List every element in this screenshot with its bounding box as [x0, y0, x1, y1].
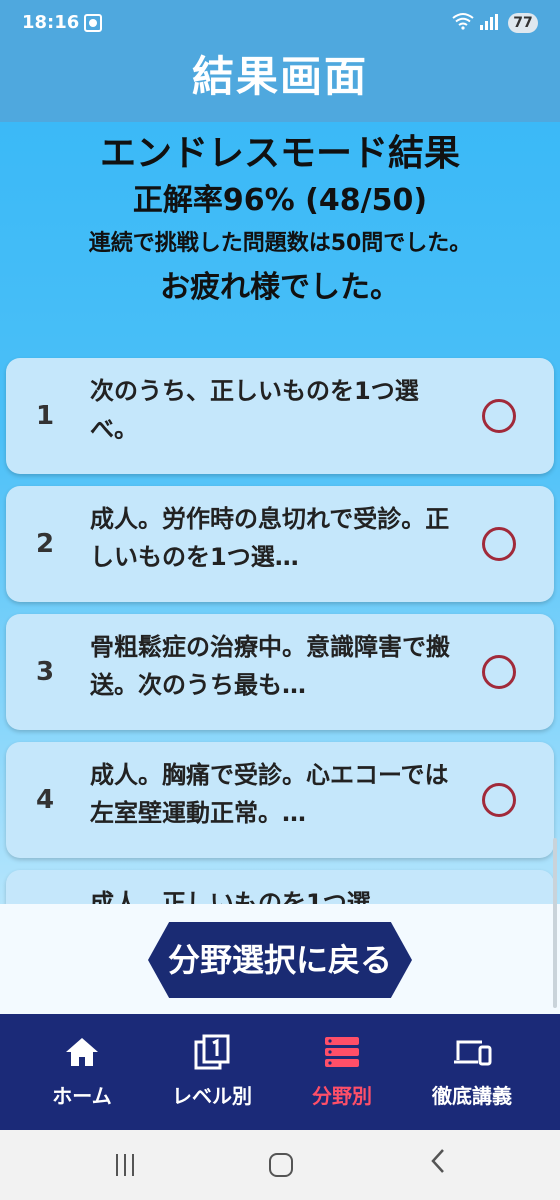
- home-icon: [62, 1034, 102, 1070]
- tab-label: レベル別: [172, 1084, 252, 1108]
- sim-icon: [84, 14, 102, 32]
- system-nav-bar: [0, 1130, 560, 1200]
- nav-back-icon[interactable]: [430, 1147, 446, 1182]
- level-icon: [192, 1034, 232, 1070]
- tab-label: ホーム: [52, 1084, 112, 1108]
- result-question-text: 次のうち、正しいものを1つ選べ。: [90, 377, 419, 443]
- result-number: 3: [36, 657, 55, 687]
- status-bar: 18:16 77: [0, 0, 560, 44]
- tab-home[interactable]: ホーム: [12, 1014, 152, 1130]
- app-bar: 結果画面: [0, 44, 560, 122]
- correct-circle-icon: [482, 527, 516, 561]
- tab-label: 分野別: [312, 1084, 372, 1108]
- result-question-text: 成人。正しいものを1つ選: [90, 889, 371, 904]
- tab-label: 徹底講義: [432, 1084, 512, 1108]
- nav-home-icon[interactable]: [269, 1153, 293, 1177]
- wifi-icon: [452, 12, 474, 34]
- signal-icon: [480, 14, 498, 30]
- question-count-text: 連続で挑戦した問題数は50問でした。: [88, 231, 472, 256]
- result-item-5[interactable]: 成人。正しいものを1つ選: [6, 870, 554, 904]
- devices-icon: [452, 1034, 492, 1070]
- result-item-2[interactable]: 2 成人。労作時の息切れで受診。正しいものを1つ選…: [6, 486, 554, 602]
- result-number: 1: [36, 401, 55, 431]
- tab-lecture[interactable]: 徹底講義: [402, 1014, 542, 1130]
- battery-indicator: 77: [508, 13, 538, 33]
- back-to-category-button[interactable]: 分野選択に戻る: [148, 922, 412, 998]
- accuracy-text: 正解率96% (48/50): [132, 183, 428, 218]
- category-icon: [322, 1034, 362, 1070]
- result-number: 2: [36, 529, 55, 559]
- tab-level[interactable]: レベル別: [142, 1014, 282, 1130]
- scrollbar[interactable]: [553, 838, 557, 1008]
- result-content[interactable]: エンドレスモード結果 正解率96% (48/50) 連続で挑戦した問題数は50問…: [0, 122, 560, 904]
- result-item-4[interactable]: 4 成人。胸痛で受診。心エコーでは左室壁運動正常。…: [6, 742, 554, 858]
- bottom-tab-bar: ホーム レベル別 分野別 徹底講義: [0, 1014, 560, 1130]
- tab-category[interactable]: 分野別: [272, 1014, 412, 1130]
- result-question-text: 骨粗鬆症の治療中。意識障害で搬送。次のうち最も…: [90, 633, 450, 699]
- result-question-text: 成人。労作時の息切れで受診。正しいものを1つ選…: [90, 505, 450, 571]
- thanks-message: お疲れ様でした。: [160, 270, 400, 305]
- correct-circle-icon: [482, 655, 516, 689]
- mode-result-title: エンドレスモード結果: [99, 133, 460, 174]
- correct-circle-icon: [482, 399, 516, 433]
- status-time: 18:16: [22, 12, 80, 33]
- result-question-text: 成人。胸痛で受診。心エコーでは左室壁運動正常。…: [90, 761, 449, 827]
- page-title: 結果画面: [191, 52, 368, 101]
- result-item-1[interactable]: 1 次のうち、正しいものを1つ選べ。: [6, 358, 554, 474]
- correct-circle-icon: [482, 783, 516, 817]
- result-item-3[interactable]: 3 骨粗鬆症の治療中。意識障害で搬送。次のうち最も…: [6, 614, 554, 730]
- result-number: 4: [36, 785, 55, 815]
- recent-apps-icon[interactable]: [114, 1154, 136, 1176]
